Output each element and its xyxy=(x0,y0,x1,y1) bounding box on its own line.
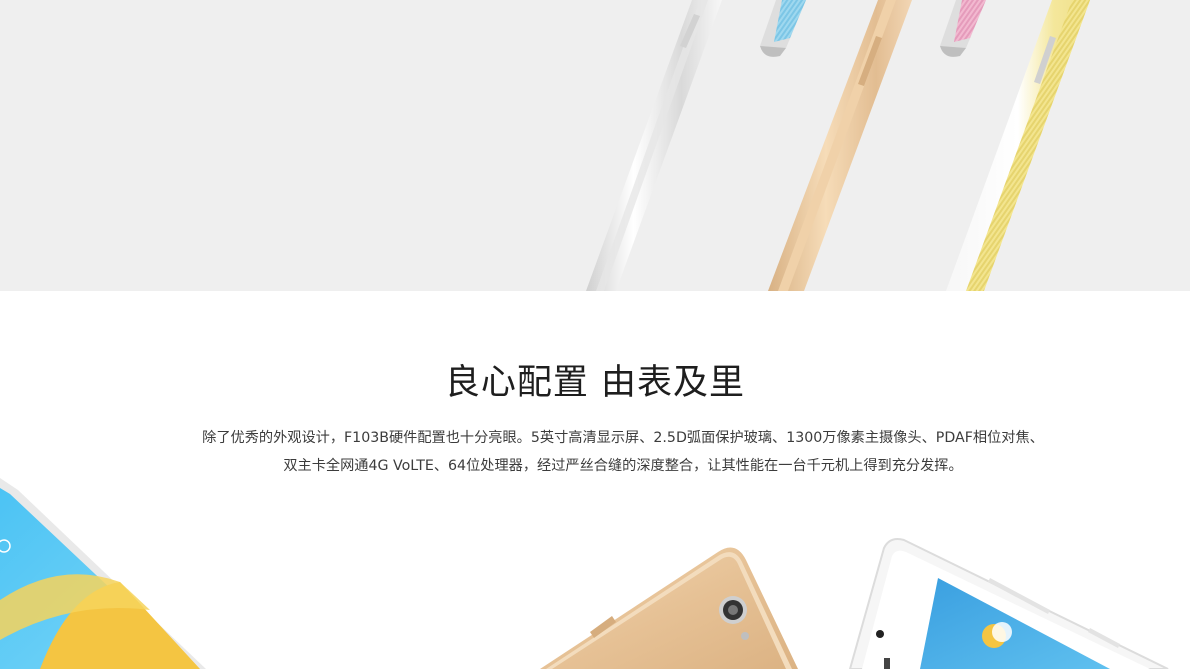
phone-side-illustration xyxy=(586,0,1090,291)
white-phone-front xyxy=(848,538,1169,669)
silver-phone-edge xyxy=(586,0,722,291)
blue-cable-connector xyxy=(760,0,806,57)
product-feature-page: 良心配置 由表及里 除了优秀的外观设计，F103B硬件配置也十分亮眼。5英寸高清… xyxy=(0,0,1190,669)
phone-side-banner xyxy=(0,0,1190,291)
phone-showcase-illustration xyxy=(0,478,1169,669)
gold-phone-back xyxy=(540,547,798,669)
section-title: 良心配置 由表及里 xyxy=(444,363,746,403)
description-line-1: 除了优秀的外观设计，F103B硬件配置也十分亮眼。5英寸高清显示屏、2.5D弧面… xyxy=(202,430,1044,446)
pink-cable-connector xyxy=(940,0,986,57)
gold-phone-edge xyxy=(768,0,912,291)
blue-screen-phone xyxy=(0,478,206,669)
phone-showcase-banner xyxy=(0,470,1190,669)
